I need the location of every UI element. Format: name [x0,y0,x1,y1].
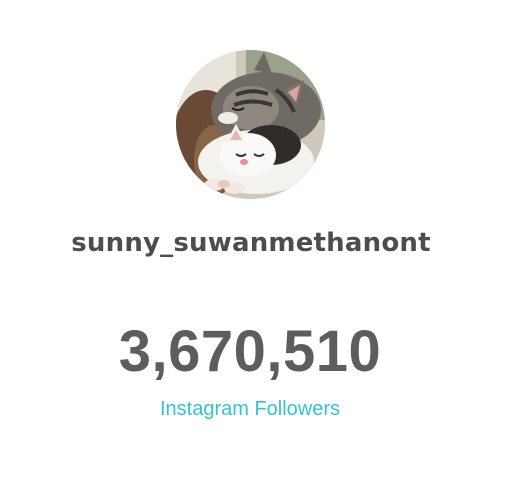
username[interactable]: sunny_suwanmethanont [0,228,502,258]
followers-count: 3,670,510 [118,319,382,384]
follower-card: sunny_suwanmethanont 3,670,510 Instagram… [0,0,512,478]
profile-avatar[interactable] [176,50,325,199]
avatar-kittens-image [176,50,325,199]
followers-label: Instagram Followers [159,398,341,420]
